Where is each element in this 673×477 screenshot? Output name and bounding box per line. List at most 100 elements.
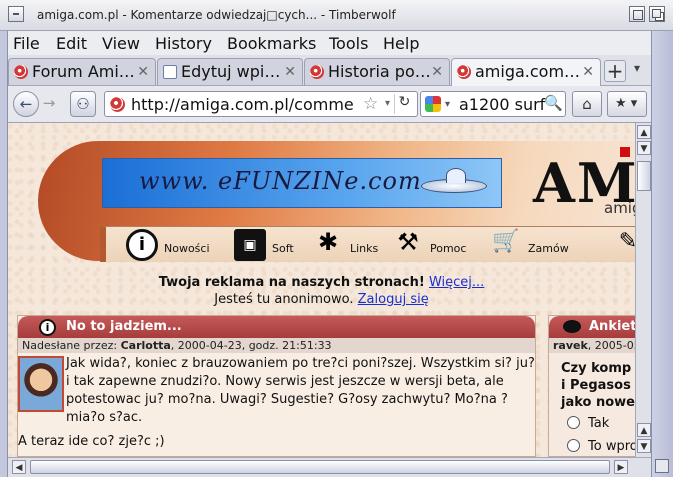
menu-history[interactable]: History: [155, 34, 212, 53]
nav-links[interactable]: ✱ Links: [312, 227, 392, 263]
url-history-dropdown[interactable]: ▾: [385, 98, 390, 109]
scroll-down-arrow[interactable]: ▼: [637, 439, 651, 453]
tab-label: Historia po…: [328, 62, 430, 81]
info-icon: i: [126, 229, 158, 261]
news-meta: Nadesłane przez: Carlotta, 2000-04-23, g…: [18, 338, 535, 353]
news-author[interactable]: Carlotta: [121, 339, 171, 352]
nav-soft[interactable]: ▣ Soft: [234, 227, 304, 263]
navigation-toolbar: ← → ⚇ http://amiga.com.pl/comme ☆ ▾ ↻ ▾ …: [8, 86, 651, 123]
close-icon[interactable]: ✕: [582, 64, 594, 80]
vertical-scrollbar[interactable]: ▲ ▼ ▲ ▼: [635, 123, 651, 457]
search-engine-dropdown[interactable]: ▾: [445, 99, 450, 110]
nav-zamow[interactable]: 🛒 Zamów: [490, 227, 580, 263]
window-frame-right: [651, 31, 673, 477]
login-link[interactable]: Zaloguj się: [358, 292, 429, 307]
logo-accent: [620, 147, 630, 157]
close-icon[interactable]: ✕: [137, 64, 149, 80]
scroll-left-arrow[interactable]: ◀: [12, 460, 26, 474]
poll-question-line: i Pegasos: [561, 378, 631, 393]
anonymous-text: Jesteś tu anonimowo.: [214, 292, 354, 307]
tab-historia[interactable]: Historia po… ✕: [304, 58, 450, 85]
poll-option-tak[interactable]: Tak: [567, 416, 609, 431]
reload-icon[interactable]: ↻: [394, 94, 414, 114]
menu-tools[interactable]: Tools: [329, 34, 368, 53]
meta-prefix: Nadesłane przez:: [22, 339, 118, 352]
scroll-up-arrow[interactable]: ▲: [637, 125, 651, 139]
nav-nowosci[interactable]: i Nowości: [126, 227, 216, 263]
site-favicon: [110, 97, 125, 112]
restore-button[interactable]: [649, 6, 665, 22]
identity-button[interactable]: ⚇: [70, 91, 96, 117]
tab-amiga-active[interactable]: amiga.com… ✕: [451, 58, 601, 87]
document-icon: [163, 65, 177, 79]
maximize-button[interactable]: [629, 6, 645, 22]
radio-button[interactable]: [567, 439, 580, 452]
tab-bar: Forum Ami… ✕ Edytuj wpi… ✕ Historia po… …: [8, 55, 651, 87]
scroll-right-arrow[interactable]: ▶: [614, 460, 628, 474]
search-input[interactable]: a1200 surf: [459, 95, 547, 114]
ad-line: Twoja reklama na naszych stronach! Więce…: [8, 275, 635, 290]
tab-label: amiga.com…: [475, 62, 581, 81]
menu-help[interactable]: Help: [383, 34, 419, 53]
menu-bookmarks[interactable]: Bookmarks: [227, 34, 316, 53]
bookmarks-button[interactable]: ★ ▾: [607, 91, 647, 117]
nav-label: Zamów: [528, 242, 569, 255]
resize-grip[interactable]: [655, 459, 669, 473]
tab-forum[interactable]: Forum Ami… ✕: [8, 58, 156, 85]
nav-pomoc[interactable]: ⚒ Pomoc: [392, 227, 482, 263]
spider-icon: ✱: [317, 228, 339, 256]
nav-write[interactable]: ✎: [612, 227, 635, 263]
floppy-icon: ▣: [234, 229, 266, 261]
nav-label: Pomoc: [430, 242, 467, 255]
poll-option-label: To wpro: [588, 439, 635, 454]
poll-box: Ankiet ravek, 2005-05 Czy komp i Pegasos…: [548, 315, 635, 457]
window-menu-button[interactable]: [8, 6, 24, 22]
radio-button[interactable]: [567, 416, 580, 429]
more-link[interactable]: Więcej...: [429, 275, 484, 290]
nav-label: Soft: [272, 242, 294, 255]
pen-icon: ✎: [618, 229, 635, 254]
horizontal-scrollbar[interactable]: ◀ ▶: [8, 457, 651, 477]
news-box: i No to jadziem... Nadesłane przez: Carl…: [17, 315, 536, 457]
url-input[interactable]: http://amiga.com.pl/comme: [131, 95, 361, 114]
close-icon[interactable]: ✕: [284, 64, 296, 80]
poll-question: Czy komp i Pegasos jako nowe: [561, 360, 635, 411]
scroll-down-arrow-top[interactable]: ▼: [637, 141, 651, 155]
new-tab-button[interactable]: +: [604, 60, 626, 82]
anonymous-line: Jesteś tu anonimowo. Zaloguj się: [8, 292, 635, 307]
news-date: , 2000-04-23, godz. 21:51:33: [170, 339, 332, 352]
search-bar[interactable]: ▾ a1200 surf 🔍: [420, 91, 566, 117]
close-icon[interactable]: ✕: [431, 64, 443, 80]
bookmark-star-icon[interactable]: ☆: [363, 94, 378, 114]
scroll-up-arrow-bottom[interactable]: ▲: [637, 423, 651, 437]
back-button[interactable]: ←: [13, 91, 39, 117]
menu-edit[interactable]: Edit: [56, 34, 87, 53]
google-icon[interactable]: [425, 96, 441, 112]
url-bar[interactable]: http://amiga.com.pl/comme ☆ ▾ ↻: [104, 91, 418, 117]
horizontal-scroll-thumb[interactable]: [30, 460, 610, 474]
forward-button[interactable]: →: [38, 91, 60, 117]
tab-list-dropdown[interactable]: ▾: [634, 61, 640, 75]
banner-text: www. eFUNZINe.com: [139, 167, 422, 195]
nav-label: Nowości: [164, 242, 210, 255]
site-logo-subtitle: amiga: [604, 199, 635, 217]
menu-file[interactable]: File: [13, 34, 40, 53]
web-page-content: www. eFUNZINe.com AMI amiga i Nowości ▣ …: [8, 123, 635, 457]
menu-view[interactable]: View: [102, 34, 140, 53]
speech-bubble-icon: [563, 320, 581, 333]
poll-question-line: Czy komp: [561, 361, 632, 376]
home-button[interactable]: ⌂: [572, 91, 602, 117]
poll-option-wpro[interactable]: To wpro: [567, 439, 635, 454]
news-body: Jak wida?, koniec z brauzowaniem po tre?…: [66, 356, 535, 425]
news-title[interactable]: No to jadziem...: [66, 319, 182, 334]
efunzine-ad-banner[interactable]: www. eFUNZINe.com: [102, 158, 502, 208]
news-header: i No to jadziem...: [18, 316, 535, 338]
window-titlebar[interactable]: amiga.com.pl - Komentarze odwiedzaj□cych…: [0, 0, 673, 31]
tab-edytuj[interactable]: Edytuj wpi… ✕: [157, 58, 303, 85]
poll-date: , 2005-05: [587, 339, 635, 352]
info-icon: i: [39, 319, 56, 336]
vertical-scroll-thumb[interactable]: [637, 161, 651, 191]
amiga-favicon: [14, 65, 28, 79]
tools-icon: ⚒: [397, 228, 419, 256]
search-icon[interactable]: 🔍: [544, 94, 563, 112]
